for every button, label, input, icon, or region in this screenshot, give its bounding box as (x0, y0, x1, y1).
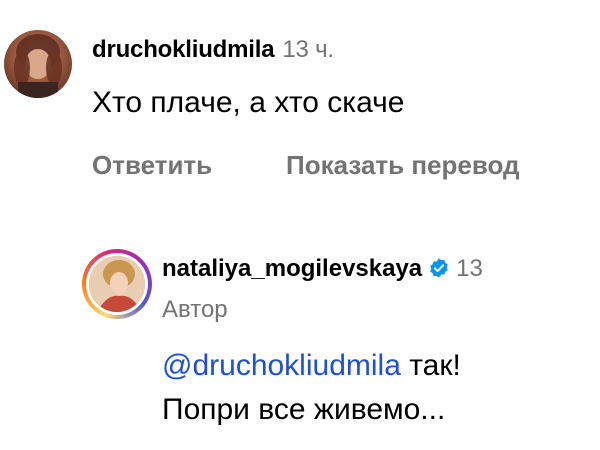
show-translation-button[interactable]: Показать перевод (286, 150, 520, 181)
reply-button[interactable]: Ответить (92, 150, 212, 181)
avatar-photo (14, 34, 62, 98)
reply-text: @druchokliudmila так! Попри все живемо..… (162, 344, 461, 432)
reply-username[interactable]: nataliya_mogilevskaya (162, 255, 422, 282)
reply-text-line-2: Попри все живемо... (162, 393, 446, 426)
mention-link[interactable]: @druchokliudmila (162, 349, 401, 382)
reply-text-part: так! (400, 349, 461, 382)
comment-header: druchokliudmila 13 ч. (92, 36, 334, 64)
reply-text-line-1: @druchokliudmila так! (162, 344, 461, 388)
avatar-story-ring[interactable] (82, 249, 152, 319)
reply-header: nataliya_mogilevskaya 13 (162, 255, 483, 283)
comment-username[interactable]: druchokliudmila (92, 36, 275, 63)
comment-time: 13 ч. (282, 36, 334, 63)
avatar-photo (89, 256, 145, 312)
reply-time: 13 (456, 255, 483, 282)
avatar[interactable] (4, 30, 72, 98)
verified-badge-icon (430, 258, 448, 278)
author-badge: Автор (162, 296, 228, 323)
avatar (89, 256, 145, 312)
comment-text: Хто плаче, а хто скаче (92, 86, 405, 119)
avatar-ring-gap (86, 253, 148, 315)
